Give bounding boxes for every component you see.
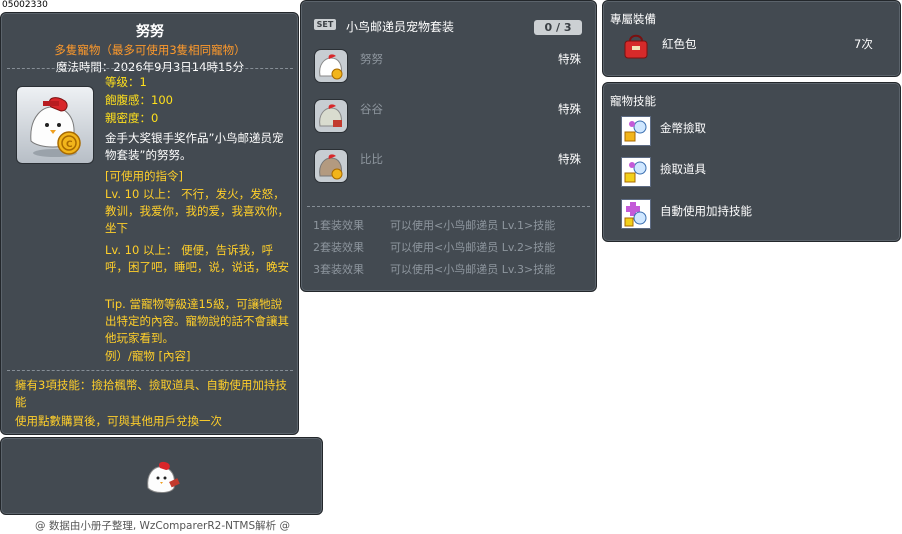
equip-name: 紅色包 [662,37,697,51]
skill-label: 自動使用加持技能 [660,204,752,218]
divider [7,370,293,371]
set-member-icon [314,49,348,83]
footer-credit: @ 数据由小册子整理, WzComparerR2-NTMS解析 @ [35,520,290,532]
pet-skills-header: 寵物技能 [610,94,656,108]
magic-time: 魔法時間：2026年9月3日14時15分 [55,60,245,74]
stat-fullness: 飽腹感：100 [105,93,173,107]
skills-summary: 擁有3項技能：撿拾楓幣、撿取道具、自動使用加持技能 [15,378,287,409]
auto-buff-icon [621,199,651,229]
item-name: 努努 [136,24,164,40]
trade-note: 使用點數購買後，可與其他用戶兌換一次 [15,414,222,428]
set-panel: SET 小鸟邮递员宠物套装 0 / 3 努努 特殊 谷谷 特殊 比比 特殊 1套… [300,0,597,292]
exclusive-equip-panel: 專屬裝備 紅色包 7次 [602,0,901,77]
example-text: 例）/寵物 [內容] [105,349,191,363]
set-member-name: 努努 [360,52,383,66]
tip-text: Tip. 當寵物等級達15級，可讓牠說出特定的內容。寵物說的話不會讓其他玩家看到… [105,297,289,345]
item-tooltip-panel: 努努 多隻寵物（最多可使用3隻相同寵物） 魔法時間：2026年9月3日14時15… [0,12,299,435]
commands-lv10-a: Lv. 10 以上： 不行，发火，发怒，教训，我爱你，我的爱，我喜欢你，坐下 [105,187,289,235]
pet-skills-panel: 寵物技能 金幣撿取 撿取道具 自動使用加持技能 [602,82,901,242]
set-effect-text: 可以使用<小鸟邮递员 Lv.3>技能 [390,263,556,276]
set-effect-label: 1套装效果 [313,219,364,232]
set-effect-text: 可以使用<小鸟邮递员 Lv.2>技能 [390,241,556,254]
item-pickup-icon [621,157,651,187]
commands-header: [可使用的指令] [105,169,183,183]
meso-pickup-icon [621,116,651,146]
svg-text:C: C [66,140,73,150]
set-effect-label: 2套装效果 [313,241,364,254]
divider [307,206,590,207]
set-effect-text: 可以使用<小鸟邮递员 Lv.1>技能 [390,219,556,232]
equip-header: 專屬裝備 [610,12,656,26]
set-badge: SET [314,19,336,30]
set-count: 0 / 3 [534,20,582,35]
red-bag-icon [624,34,648,59]
skill-label: 金幣撿取 [660,121,706,135]
pet-preview-panel [0,437,323,515]
pet-sprite [147,461,180,493]
set-member-icon [314,149,348,183]
set-member-name: 谷谷 [360,102,383,116]
set-effect-label: 3套装效果 [313,263,364,276]
stat-level: 等级：1 [105,75,147,89]
set-name: 小鸟邮递员宠物套装 [346,20,455,34]
skill-label: 撿取道具 [660,162,706,176]
stat-closeness: 親密度：0 [105,111,159,125]
set-member-icon [314,99,348,133]
set-member-type: 特殊 [558,52,581,66]
item-description: 金手大奖银手奖作品”小鸟邮递员宠物套装”的努努。 [105,131,284,162]
divider [7,68,293,69]
set-member-type: 特殊 [558,102,581,116]
item-id: 05002330 [2,0,48,10]
commands-lv10-b: Lv. 10 以上： 便便，告诉我，呼呼，困了吧，睡吧，说，说话，晚安 [105,243,289,274]
set-member-type: 特殊 [558,152,581,166]
equip-qty: 7次 [854,37,873,51]
item-icon: C [16,86,94,164]
set-member-name: 比比 [360,152,383,166]
item-tag: 多隻寵物（最多可使用3隻相同寵物） [54,43,246,57]
